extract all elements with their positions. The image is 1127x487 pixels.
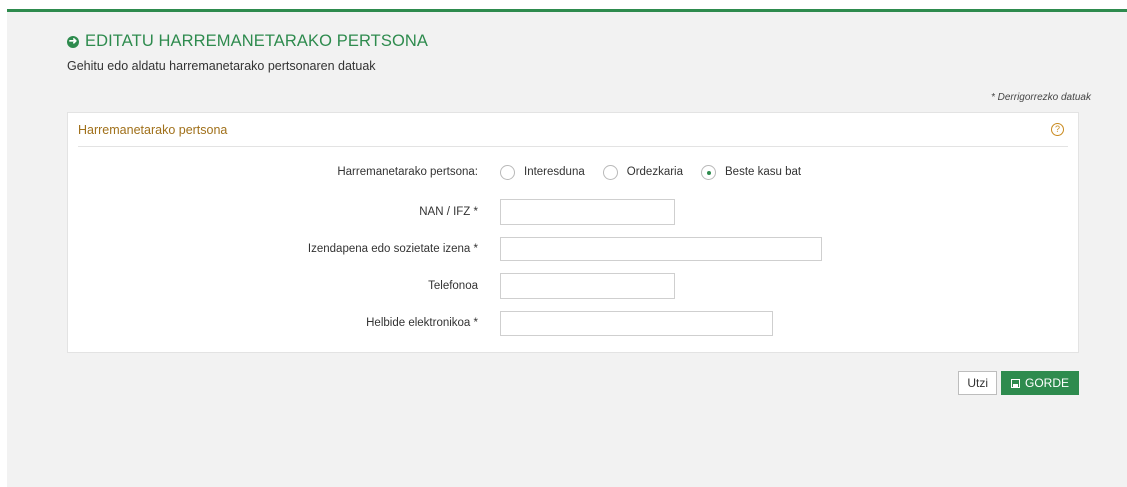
save-button[interactable]: GORDE bbox=[1000, 371, 1079, 395]
contact-type-radios: Interesduna Ordezkaria Beste kasu bat bbox=[500, 160, 819, 184]
contact-type-label: Harremanetarako pertsona: bbox=[337, 166, 478, 178]
radio-circle-icon[interactable] bbox=[602, 164, 618, 180]
back-arrow-icon[interactable]: ➜ bbox=[67, 35, 79, 48]
radio-label: Interesduna bbox=[524, 166, 585, 178]
required-note: * Derrigorrezko datuak bbox=[990, 92, 1091, 103]
page-frame: ➜ EDITATU HARREMANETARAKO PERTSONA Gehit… bbox=[7, 9, 1127, 487]
radio-ordezkaria[interactable]: Ordezkaria bbox=[602, 164, 683, 180]
page-title-row: ➜ EDITATU HARREMANETARAKO PERTSONA bbox=[67, 32, 428, 51]
cancel-button[interactable]: Utzi bbox=[958, 371, 997, 395]
floppy-disk-icon bbox=[1010, 378, 1020, 388]
panel-title: Harremanetarako pertsona bbox=[78, 122, 228, 137]
email-label: Helbide elektronikoa * bbox=[366, 317, 478, 329]
nan-row: NAN / IFZ * bbox=[68, 199, 1078, 225]
name-row: Izendapena edo sozietate izena * bbox=[68, 237, 1078, 261]
page-title: EDITATU HARREMANETARAKO PERTSONA bbox=[85, 32, 429, 50]
radio-beste-kasu-bat[interactable]: Beste kasu bat bbox=[701, 164, 802, 180]
panel-header: Harremanetarako pertsona ? bbox=[78, 113, 1068, 147]
help-icon[interactable]: ? bbox=[1051, 123, 1064, 136]
radio-interesduna[interactable]: Interesduna bbox=[500, 164, 585, 180]
radio-checked-icon[interactable] bbox=[701, 164, 716, 180]
nan-label: NAN / IFZ * bbox=[419, 206, 478, 218]
page-subtitle: Gehitu edo aldatu harremanetarako pertso… bbox=[67, 59, 376, 73]
contact-type-row: Harremanetarako pertsona: Interesduna Or… bbox=[68, 160, 1078, 184]
company-name-input[interactable] bbox=[500, 237, 822, 261]
phone-row: Telefonoa bbox=[68, 273, 1078, 299]
contact-panel: Harremanetarako pertsona ? Harremanetara… bbox=[67, 112, 1079, 353]
name-label: Izendapena edo sozietate izena * bbox=[307, 243, 478, 255]
radio-label: Ordezkaria bbox=[626, 166, 683, 178]
phone-input[interactable] bbox=[500, 273, 675, 299]
radio-circle-icon[interactable] bbox=[500, 164, 515, 180]
nan-input[interactable] bbox=[500, 199, 675, 225]
email-row: Helbide elektronikoa * bbox=[68, 311, 1078, 336]
phone-label: Telefonoa bbox=[428, 280, 478, 292]
save-button-label: GORDE bbox=[1024, 376, 1069, 390]
radio-label: Beste kasu bat bbox=[725, 166, 802, 178]
form-actions: Utzi GORDE bbox=[958, 371, 1079, 395]
email-input[interactable] bbox=[500, 311, 773, 336]
